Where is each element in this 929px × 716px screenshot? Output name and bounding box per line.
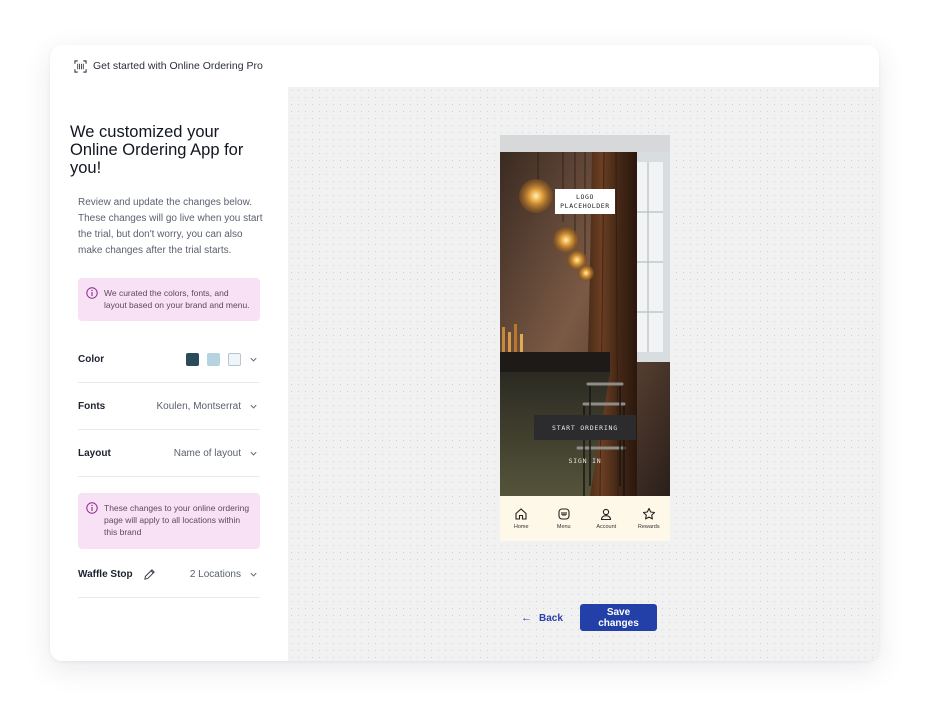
chevron-down-icon[interactable] (249, 570, 258, 579)
phone-status-bar (500, 135, 670, 152)
brand-label: Waffle Stop (78, 568, 133, 580)
top-bar: Get started with Online Ordering Pro (50, 45, 879, 87)
page-title: We customized your Online Ordering App f… (70, 123, 244, 177)
tab-menu[interactable]: Menu (544, 507, 584, 530)
tab-label: Rewards (637, 524, 660, 530)
chevron-down-icon[interactable] (249, 449, 258, 458)
color-swatch-primary[interactable] (186, 353, 199, 366)
tab-home[interactable]: Home (501, 507, 541, 530)
start-ordering-button[interactable]: START ORDERING (534, 415, 636, 440)
locations-value: 2 Locations (189, 568, 241, 580)
brand-row[interactable]: Waffle Stop 2 Locations (78, 551, 260, 598)
chevron-down-icon[interactable] (249, 402, 258, 411)
setup-window: Get started with Online Ordering Pro We … (50, 45, 879, 661)
layout-label: Layout (78, 448, 111, 459)
settings-panel: We customized your Online Ordering App f… (50, 87, 288, 661)
chevron-down-icon[interactable] (249, 355, 258, 364)
note-text: We curated the colors, fonts, and layout… (104, 288, 250, 310)
fonts-value: Koulen, Montserrat (156, 401, 242, 412)
window-title: Get started with Online Ordering Pro (93, 60, 263, 72)
layout-row[interactable]: Layout Name of layout (78, 431, 260, 477)
tab-rewards[interactable]: Rewards (629, 507, 669, 530)
curated-info-note: We curated the colors, fonts, and layout… (78, 278, 260, 321)
logo-placeholder: LOGO PLACEHOLDER (555, 189, 615, 214)
arrow-left-icon: ← (521, 612, 532, 624)
tab-account[interactable]: Account (586, 507, 626, 530)
phone-preview: LOGO PLACEHOLDER START ORDERING SIGN IN … (500, 135, 670, 541)
info-icon (86, 287, 98, 299)
color-swatch-secondary[interactable] (207, 353, 220, 366)
tab-label: Home (513, 524, 529, 530)
locations-info-note: These changes to your online ordering pa… (78, 493, 260, 549)
fonts-row[interactable]: Fonts Koulen, Montserrat (78, 384, 260, 430)
intro-text: Review and update the changes below. The… (78, 197, 263, 256)
pencil-icon[interactable] (143, 568, 156, 581)
tab-label: Menu (556, 524, 571, 530)
info-icon (86, 502, 98, 514)
fonts-label: Fonts (78, 401, 106, 412)
preview-canvas: LOGO PLACEHOLDER START ORDERING SIGN IN … (288, 87, 879, 661)
note-text: These changes to your online ordering pa… (104, 503, 250, 537)
star-icon (642, 507, 655, 520)
color-row[interactable]: Color (78, 337, 260, 383)
home-icon (515, 508, 527, 520)
color-swatch-tertiary[interactable] (228, 353, 241, 366)
color-swatches (178, 353, 241, 366)
back-button[interactable]: ← Back (521, 605, 563, 631)
account-icon (601, 508, 612, 521)
color-label: Color (78, 354, 105, 365)
barcode-scan-icon (74, 59, 87, 73)
phone-tab-bar: Home Menu Account Rewards (500, 496, 670, 541)
save-changes-button[interactable]: Save changes (580, 604, 657, 631)
back-label: Back (539, 612, 563, 624)
layout-value: Name of layout (173, 448, 241, 459)
tab-label: Account (596, 524, 617, 530)
menu-icon (558, 508, 570, 520)
sign-in-link[interactable]: SIGN IN (500, 457, 670, 465)
